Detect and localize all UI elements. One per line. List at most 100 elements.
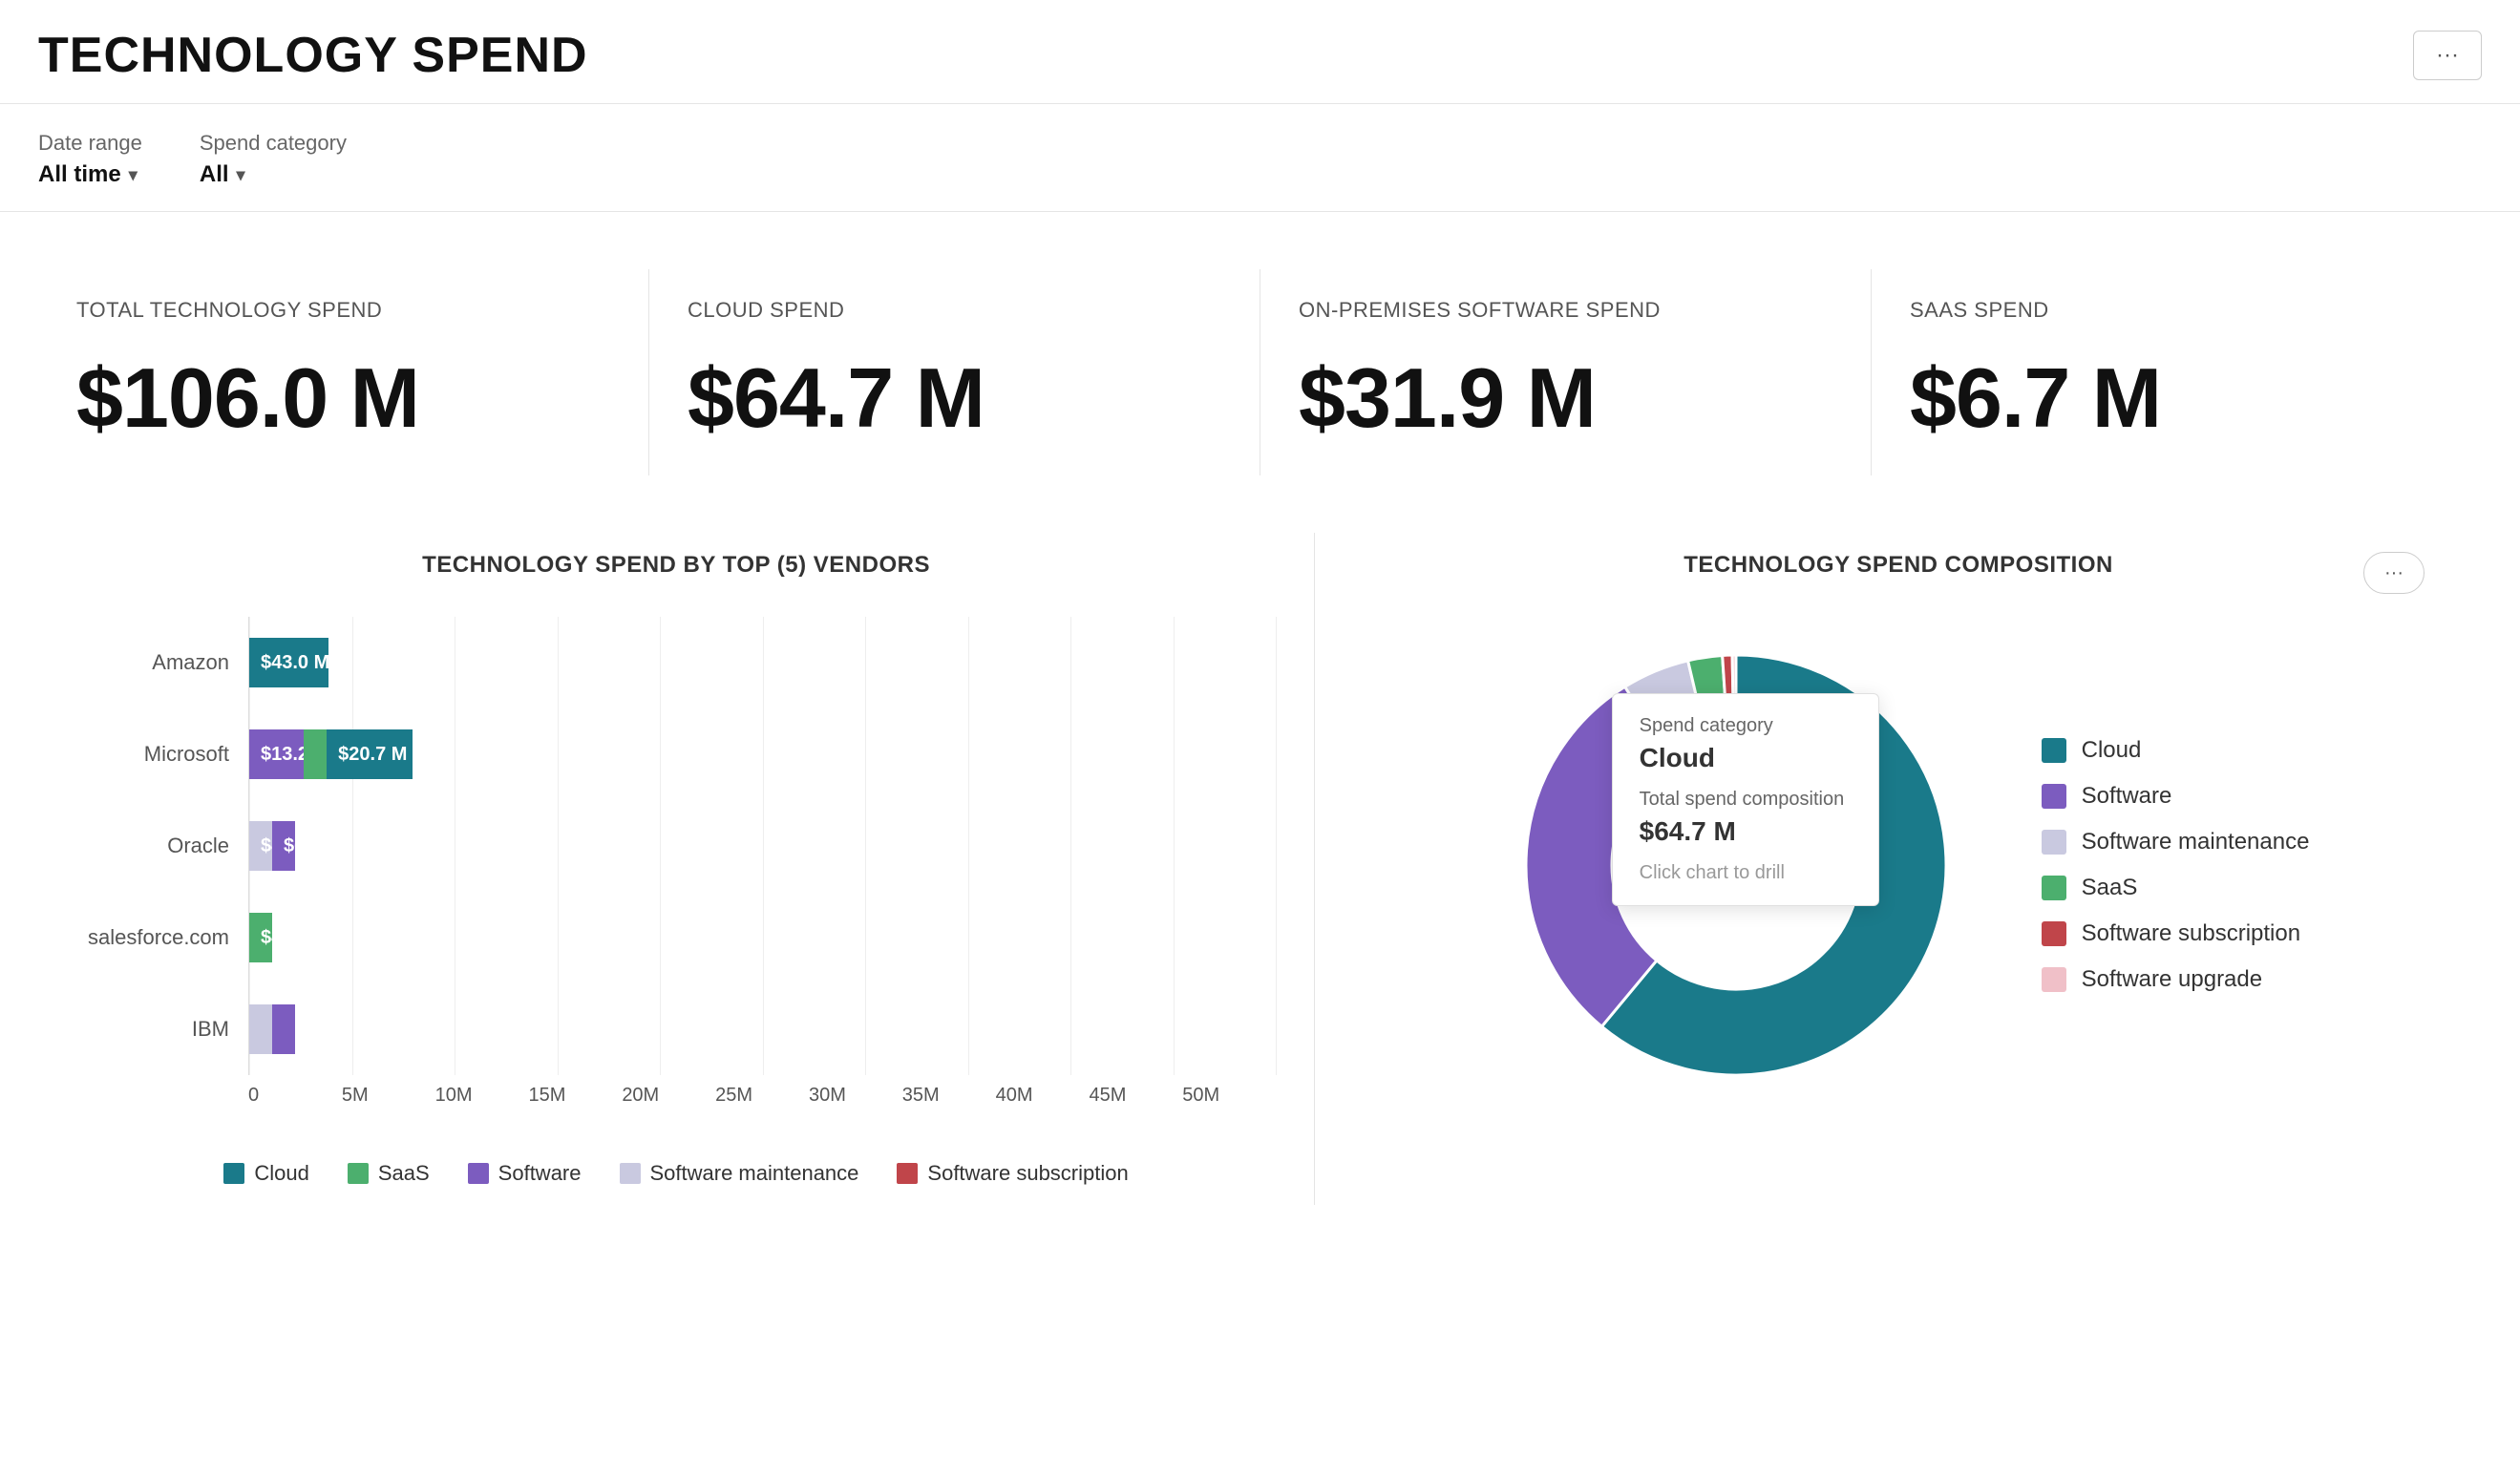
pie-legend-item: Software subscription	[2042, 920, 2310, 947]
legend-dot	[897, 1163, 918, 1184]
y-label: salesforce.com	[76, 925, 229, 950]
kpi-value-0: $106.0 M	[76, 349, 610, 447]
kpi-value-2: $31.9 M	[1299, 349, 1832, 447]
kpi-label-3: SAAS SPEND	[1910, 298, 2444, 323]
pie-legend-item: Software upgrade	[2042, 966, 2310, 993]
pie-chart-title: TECHNOLOGY SPEND COMPOSITION	[1353, 552, 2444, 579]
date-range-dropdown[interactable]: All time ▾	[38, 161, 142, 188]
x-label: 20M	[622, 1085, 715, 1107]
pie-legend-dot	[2042, 921, 2066, 946]
legend-item: Software	[468, 1161, 582, 1186]
x-label: 5M	[342, 1085, 435, 1107]
tooltip-spend-value: $64.7 M	[1640, 816, 1852, 847]
x-axis: 05M10M15M20M25M30M35M40M45M50M	[248, 1075, 1276, 1107]
kpi-value-1: $64.7 M	[688, 349, 1221, 447]
bar-chart-title: TECHNOLOGY SPEND BY TOP (5) VENDORS	[76, 552, 1276, 579]
bar-chart-container: TECHNOLOGY SPEND BY TOP (5) VENDORS Amaz…	[38, 533, 1315, 1205]
pie-chart-container: ··· TECHNOLOGY SPEND COMPOSITION $64.7 M…	[1315, 533, 2482, 1205]
pie-legend-dot	[2042, 784, 2066, 809]
header-more-button[interactable]: ···	[2413, 31, 2482, 80]
bar-chart-legend: Cloud SaaS Software Software maintenance…	[76, 1161, 1276, 1186]
bar-segment[interactable]	[304, 729, 327, 779]
spend-category-value: All	[200, 161, 229, 188]
bar-segments: $43.0 M	[249, 638, 341, 687]
bar-segment[interactable]	[272, 1004, 295, 1054]
bar-segment[interactable]: $4.2 M	[249, 913, 272, 962]
date-range-label: Date range	[38, 131, 142, 156]
pie-legend-item: Cloud	[2042, 737, 2310, 764]
pie-legend-label: SaaS	[2082, 875, 2138, 901]
x-label: 35M	[902, 1085, 996, 1107]
bar-segments: $4.2 M	[249, 913, 330, 962]
y-label: Oracle	[76, 834, 229, 858]
x-label: 45M	[1089, 1085, 1182, 1107]
bar-row: $13.2 M $20.7 M	[249, 708, 1276, 800]
spend-category-filter: Spend category All ▾	[200, 131, 347, 188]
pie-legend-dot	[2042, 830, 2066, 855]
kpi-card-0: TOTAL TECHNOLOGY SPEND $106.0 M	[38, 269, 649, 475]
kpi-label-1: CLOUD SPEND	[688, 298, 1221, 323]
kpi-label-2: ON-PREMISES SOFTWARE SPEND	[1299, 298, 1832, 323]
bar-row: $43.0 M	[249, 617, 1276, 708]
legend-item: Software maintenance	[620, 1161, 859, 1186]
date-range-filter: Date range All time ▾	[38, 131, 142, 188]
bar-chart-inner: Amazon Microsoft Oracle salesforce.com IBM $4…	[76, 617, 1276, 1075]
kpi-section: TOTAL TECHNOLOGY SPEND $106.0 M CLOUD SP…	[0, 212, 2520, 514]
page-title: TECHNOLOGY SPEND	[38, 27, 588, 84]
bar-segment[interactable]: $4.7 M	[249, 821, 272, 871]
pie-chart[interactable]: $64.7 M Spend category Cloud Total spend…	[1353, 617, 2444, 1113]
x-label: 15M	[528, 1085, 622, 1107]
pie-legend-item: Software maintenance	[2042, 829, 2310, 855]
chart-more-button[interactable]: ···	[2363, 552, 2425, 594]
bar-chart[interactable]: Amazon Microsoft Oracle salesforce.com IBM $4…	[76, 617, 1276, 1132]
bar-row: $4.2 M	[249, 892, 1276, 983]
bars-area: $43.0 M $13.2 M $20.7 M $4.7 M$6.5 M $4.2 M	[248, 617, 1276, 1075]
pie-legend-item: Software	[2042, 783, 2310, 810]
pie-legend-item: SaaS	[2042, 875, 2310, 901]
kpi-card-1: CLOUD SPEND $64.7 M	[649, 269, 1260, 475]
pie-legend: Cloud Software Software maintenance SaaS…	[2042, 737, 2310, 993]
legend-item: SaaS	[348, 1161, 430, 1186]
x-label: 30M	[809, 1085, 902, 1107]
kpi-card-3: SAAS SPEND $6.7 M	[1872, 269, 2482, 475]
legend-label: Software subscription	[927, 1161, 1128, 1186]
x-label: 50M	[1182, 1085, 1276, 1107]
spend-category-dropdown[interactable]: All ▾	[200, 161, 347, 188]
pie-svg-wrapper: $64.7 M Spend category Cloud Total spend…	[1488, 617, 1984, 1113]
pie-legend-label: Software upgrade	[2082, 966, 2262, 993]
x-label: 0	[248, 1085, 342, 1107]
spend-category-chevron: ▾	[237, 165, 245, 185]
pie-legend-dot	[2042, 738, 2066, 763]
pie-tooltip: Spend category Cloud Total spend composi…	[1612, 693, 1879, 906]
bar-segment[interactable]: $6.5 M	[272, 821, 295, 871]
legend-label: Cloud	[254, 1161, 308, 1186]
legend-label: Software maintenance	[650, 1161, 859, 1186]
pie-legend-dot	[2042, 967, 2066, 992]
y-label: IBM	[76, 1017, 229, 1042]
legend-dot	[620, 1163, 641, 1184]
bar-row	[249, 983, 1276, 1075]
bar-segment[interactable]: $43.0 M	[249, 638, 328, 687]
x-label: 25M	[715, 1085, 809, 1107]
bar-segments: $4.7 M$6.5 M	[249, 821, 412, 871]
legend-item: Cloud	[223, 1161, 308, 1186]
grid-line	[1276, 617, 1277, 1075]
spend-category-label: Spend category	[200, 131, 347, 156]
tooltip-category-label: Spend category	[1640, 715, 1852, 737]
tooltip-category-value: Cloud	[1640, 743, 1852, 773]
bar-row: $4.7 M$6.5 M	[249, 800, 1276, 892]
pie-legend-label: Software maintenance	[2082, 829, 2310, 855]
bar-segment[interactable]: $20.7 M	[327, 729, 413, 779]
pie-legend-dot	[2042, 876, 2066, 900]
bar-segment[interactable]	[249, 1004, 272, 1054]
pie-legend-label: Software subscription	[2082, 920, 2300, 947]
charts-section: TECHNOLOGY SPEND BY TOP (5) VENDORS Amaz…	[0, 514, 2520, 1243]
bar-segment[interactable]: $13.2 M	[249, 729, 304, 779]
legend-item: Software subscription	[897, 1161, 1128, 1186]
x-label: 40M	[996, 1085, 1090, 1107]
kpi-value-3: $6.7 M	[1910, 349, 2444, 447]
y-label: Microsoft	[76, 742, 229, 767]
legend-dot	[468, 1163, 489, 1184]
y-label: Amazon	[76, 650, 229, 675]
legend-label: Software	[498, 1161, 582, 1186]
